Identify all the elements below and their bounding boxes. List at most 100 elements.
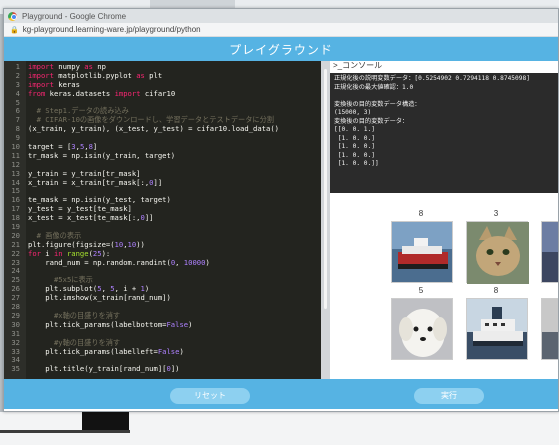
- code-token: import: [28, 79, 54, 89]
- code-token: x_train = x_train[tr_mask[:,: [28, 177, 150, 187]
- browser-window: Playground - Google Chrome 🔒 kg-playgrou…: [3, 8, 559, 412]
- partial-image: [541, 221, 558, 283]
- code-token: as: [136, 70, 145, 80]
- page-title: プレイグラウンド: [229, 42, 333, 57]
- code-token: ): [144, 284, 150, 294]
- code-token: 10000: [183, 257, 206, 267]
- code-text: x_test = x_test[te_mask[:,0]]: [24, 213, 154, 223]
- code-line[interactable]: 14 x_train = x_train[tr_mask[:,0]]: [4, 177, 321, 188]
- code-token: rand_num = np.random.randint(: [28, 257, 171, 267]
- code-token: import: [28, 70, 54, 80]
- code-token: plt.subplot(: [28, 284, 98, 294]
- code-line[interactable]: 23 rand_num = np.random.randint(0, 10000…: [4, 257, 321, 268]
- code-text: plt.tick_params(labelleft=False): [24, 346, 184, 357]
- code-token: )): [136, 239, 145, 249]
- partial-image: [541, 298, 558, 360]
- code-token: tr_mask = np.isin(y_train, target): [28, 150, 176, 160]
- output-panel: >_コンソール 正規化後の説明変数データ：[0.5254902 0.729411…: [330, 61, 558, 379]
- line-number: 4: [15, 88, 20, 98]
- code-token: numpy: [53, 62, 85, 71]
- code-line[interactable]: 33 plt.tick_params(labelleft=False): [4, 346, 321, 357]
- line-number: 3: [15, 79, 20, 89]
- code-token: , i +: [114, 284, 141, 294]
- code-token: ]]: [153, 177, 163, 187]
- line-number: 1: [15, 62, 20, 71]
- cat-image: [466, 221, 529, 284]
- app-header: プレイグラウンド: [4, 37, 558, 61]
- ship-image: [466, 298, 528, 360]
- code-line[interactable]: 11 tr_mask = np.isin(y_train, target): [4, 150, 321, 161]
- address-url[interactable]: kg-playground.learning-ware.jp/playgroun…: [23, 25, 201, 34]
- line-number: 5: [15, 97, 20, 107]
- code-token: matplotlib.pyplot: [53, 70, 137, 80]
- code-token: range: [66, 248, 89, 258]
- code-token: 10: [127, 239, 137, 249]
- code-token: # CIFAR-10の画像をダウンロードし、学習データとテストデータに分割: [28, 115, 274, 125]
- image-label: 8: [418, 209, 424, 218]
- lock-icon: 🔒: [10, 26, 19, 34]
- code-token: ): [179, 346, 184, 356]
- code-token: #y軸の目盛りを消す: [28, 337, 121, 347]
- code-token: 25: [92, 248, 102, 258]
- code-token: cifar10: [140, 88, 176, 98]
- code-token: # Step1.データの読み込み: [28, 106, 129, 116]
- editor-lines: 1 import numpy as np 2 import matplotlib.py…: [4, 62, 321, 374]
- address-bar[interactable]: 🔒 kg-playground.learning-ware.jp/playgro…: [4, 23, 558, 37]
- code-text: x_train = x_train[tr_mask[:,0]]: [24, 177, 163, 188]
- dog-image: [391, 298, 453, 360]
- code-token: #5x5に表示: [28, 275, 93, 285]
- line-number: 35: [11, 364, 20, 374]
- code-editor[interactable]: 1 import numpy as np 2 import matplotlib.py…: [4, 61, 321, 379]
- code-text: (x_train, y_train), (x_test, y_test) = c…: [24, 124, 279, 134]
- code-token: plt.tick_params(labelleft=: [28, 346, 158, 356]
- image-label: 5: [418, 286, 424, 295]
- code-token: keras: [53, 79, 80, 89]
- code-line[interactable]: 27 plt.imshow(x_train[rand_num]): [4, 293, 321, 303]
- code-line[interactable]: 35 plt.title(y_train[rand_num][0]): [4, 364, 321, 374]
- line-number: 6: [15, 106, 20, 116]
- code-text: from keras.datasets import cifar10: [24, 88, 176, 99]
- code-text: plt.title(y_train[rand_num][0]): [24, 364, 179, 374]
- line-number: 8: [15, 124, 20, 134]
- line-number: 7: [15, 115, 20, 125]
- code-token: y_test = y_test[te_mask]: [28, 204, 132, 214]
- code-token: 10: [114, 239, 124, 249]
- code-line[interactable]: 30 plt.tick_params(labelbottom=False): [4, 319, 321, 330]
- panel-divider[interactable]: [321, 61, 330, 379]
- code-text: rand_num = np.random.randint(0, 10000): [24, 257, 210, 268]
- code-token: ): [188, 319, 193, 329]
- code-token: import: [114, 88, 141, 98]
- code-line[interactable]: 18 x_test = x_test[te_mask[:,0]]: [4, 213, 321, 223]
- code-token: from: [28, 88, 46, 98]
- code-token: te_mask = np.isin(y_test, target): [28, 195, 171, 205]
- code-token: False: [166, 319, 189, 329]
- main-content: 1 import numpy as np 2 import matplotlib.py…: [4, 61, 558, 409]
- ship-image: [391, 221, 453, 283]
- code-token: plt.imshow(x_train[rand_num]): [28, 293, 171, 303]
- line-number: 2: [15, 70, 20, 80]
- code-token: target = [: [28, 142, 72, 152]
- code-token: as: [84, 62, 93, 71]
- code-token: import: [28, 62, 54, 71]
- action-bar: リセット 実行: [4, 379, 558, 409]
- code-token: ): [205, 257, 210, 267]
- desktop-taskbar-item: [82, 412, 129, 432]
- code-text: plt.tick_params(labelbottom=False): [24, 319, 193, 330]
- code-line[interactable]: 8 (x_train, y_train), (x_test, y_test) = …: [4, 124, 321, 134]
- code-text: tr_mask = np.isin(y_train, target): [24, 150, 176, 161]
- code-token: ,: [175, 257, 184, 267]
- code-token: y_train = y_train[tr_mask]: [28, 168, 141, 178]
- window-titlebar[interactable]: Playground - Google Chrome: [4, 9, 558, 23]
- code-token: ):: [101, 248, 111, 258]
- code-token: i: [40, 248, 54, 258]
- code-token: in: [53, 248, 63, 258]
- console-output: 正規化後の説明変数データ：[0.5254902 0.7294118 0.8745…: [330, 73, 558, 193]
- run-button[interactable]: 実行: [414, 388, 484, 404]
- code-token: for: [28, 248, 41, 258]
- image-label: 8: [493, 286, 499, 295]
- code-token: # 画像の表示: [28, 230, 82, 240]
- code-line[interactable]: 4 from keras.datasets import cifar10: [4, 88, 321, 99]
- desktop-background-tab: [150, 0, 235, 8]
- reset-button[interactable]: リセット: [170, 388, 250, 404]
- code-token: ]: [92, 142, 98, 152]
